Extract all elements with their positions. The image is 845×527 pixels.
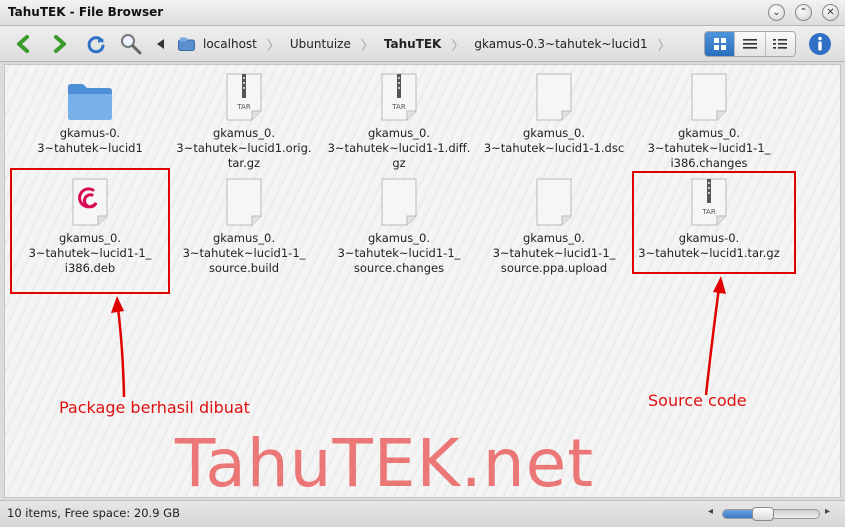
file-item[interactable]: gkamus_0. 3~tahutek~lucid1-1_ source.bui… [169,176,319,276]
text-file-icon [381,178,417,226]
zoom-slider[interactable] [722,507,820,521]
file-label: gkamus-0. 3~tahutek~lucid1 [37,126,143,155]
file-item[interactable]: gkamus_0. 3~tahutek~lucid1-1_ source.cha… [324,176,474,276]
text-file-icon [691,73,727,121]
reload-icon [87,36,105,54]
annotation-package: Package berhasil dibuat [59,398,250,417]
highlight-box-source [632,171,796,274]
file-item[interactable]: gkamus_0. 3~tahutek~lucid1-1.dsc [479,71,629,156]
tar-archive-icon: TAR [381,73,417,121]
back-arrow-icon [17,35,29,53]
file-label: gkamus_0. 3~tahutek~lucid1-1_ source.bui… [182,231,306,275]
breadcrumb-separator: 〉 [266,38,280,54]
text-file-icon [536,73,572,121]
forward-button[interactable] [45,30,73,58]
icon-grid-icon [713,38,726,50]
reload-button[interactable] [82,30,110,58]
drive-icon [178,37,195,51]
forward-arrow-icon [54,35,66,53]
triangle-left-icon [157,39,164,49]
minimize-button[interactable]: ⌄ [768,4,785,21]
search-button[interactable] [117,30,145,58]
close-button[interactable]: ✕ [822,4,839,21]
breadcrumb-separator: 〉 [451,38,465,54]
compact-view-button[interactable] [766,32,795,56]
file-label: gkamus_0. 3~tahutek~lucid1-1_ source.ppa… [492,231,616,275]
text-file-icon [226,178,262,226]
file-label: gkamus_0. 3~tahutek~lucid1-1.dsc [483,126,625,155]
toolbar: localhost 〉 Ubuntuize 〉 TahuTEK 〉 gkamus… [0,26,845,62]
text-file-icon [536,178,572,226]
breadcrumb-separator: 〉 [657,38,671,54]
breadcrumb-item-localhost[interactable]: localhost [199,37,261,51]
zoom-out-button[interactable]: ◂ [708,506,713,517]
title-bar: TahuTEK - File Browser ⌄ ⌃ ✕ [0,0,845,26]
status-bar: 10 items, Free space: 20.9 GB ◂ ▸ [0,500,845,527]
info-icon [809,33,831,55]
file-item[interactable]: gkamus-0. 3~tahutek~lucid1 [15,71,165,156]
breadcrumb-item-gkamus[interactable]: gkamus-0.3~tahutek~lucid1 [470,37,651,51]
tar-archive-icon: TAR [226,73,262,121]
info-button[interactable] [806,30,834,58]
highlight-box-package [10,168,170,294]
file-label: gkamus_0. 3~tahutek~lucid1-1.diff. gz [327,126,471,170]
file-item[interactable]: TAR gkamus_0. 3~tahutek~lucid1-1.diff. g… [324,71,474,171]
file-item[interactable]: TAR gkamus_0. 3~tahutek~lucid1.orig. tar… [169,71,319,171]
view-mode-group [704,31,796,57]
breadcrumb: localhost 〉 Ubuntuize 〉 TahuTEK 〉 gkamus… [178,34,677,54]
search-icon [121,34,142,55]
file-item[interactable]: gkamus_0. 3~tahutek~lucid1-1_ source.ppa… [479,176,629,276]
icon-view-button[interactable] [705,32,736,56]
breadcrumb-item-ubuntuize[interactable]: Ubuntuize [286,37,355,51]
file-label: gkamus_0. 3~tahutek~lucid1-1_ source.cha… [337,231,461,275]
zoom-slider-handle[interactable] [752,507,775,521]
breadcrumb-item-tahutek[interactable]: TahuTEK [380,37,446,51]
list-icon [742,39,757,49]
file-label: gkamus_0. 3~tahutek~lucid1-1_ i386.chang… [647,126,771,170]
svg-text:TAR: TAR [391,103,406,111]
zoom-in-button[interactable]: ▸ [825,506,830,517]
svg-text:TAR: TAR [236,103,251,111]
back-button[interactable] [10,30,38,58]
status-text: 10 items, Free space: 20.9 GB [7,506,180,520]
breadcrumb-separator: 〉 [360,38,374,54]
detailed-list-icon [773,39,788,49]
file-item[interactable]: gkamus_0. 3~tahutek~lucid1-1_ i386.chang… [634,71,784,171]
maximize-button[interactable]: ⌃ [795,4,812,21]
file-label: gkamus_0. 3~tahutek~lucid1.orig. tar.gz [176,126,312,170]
details-view-button[interactable] [735,32,766,56]
watermark: TahuTEK.net [175,425,595,502]
annotation-source: Source code [648,391,747,410]
window-title: TahuTEK - File Browser [8,5,164,19]
breadcrumb-scroll-left[interactable] [152,30,170,58]
folder-icon [68,84,112,120]
